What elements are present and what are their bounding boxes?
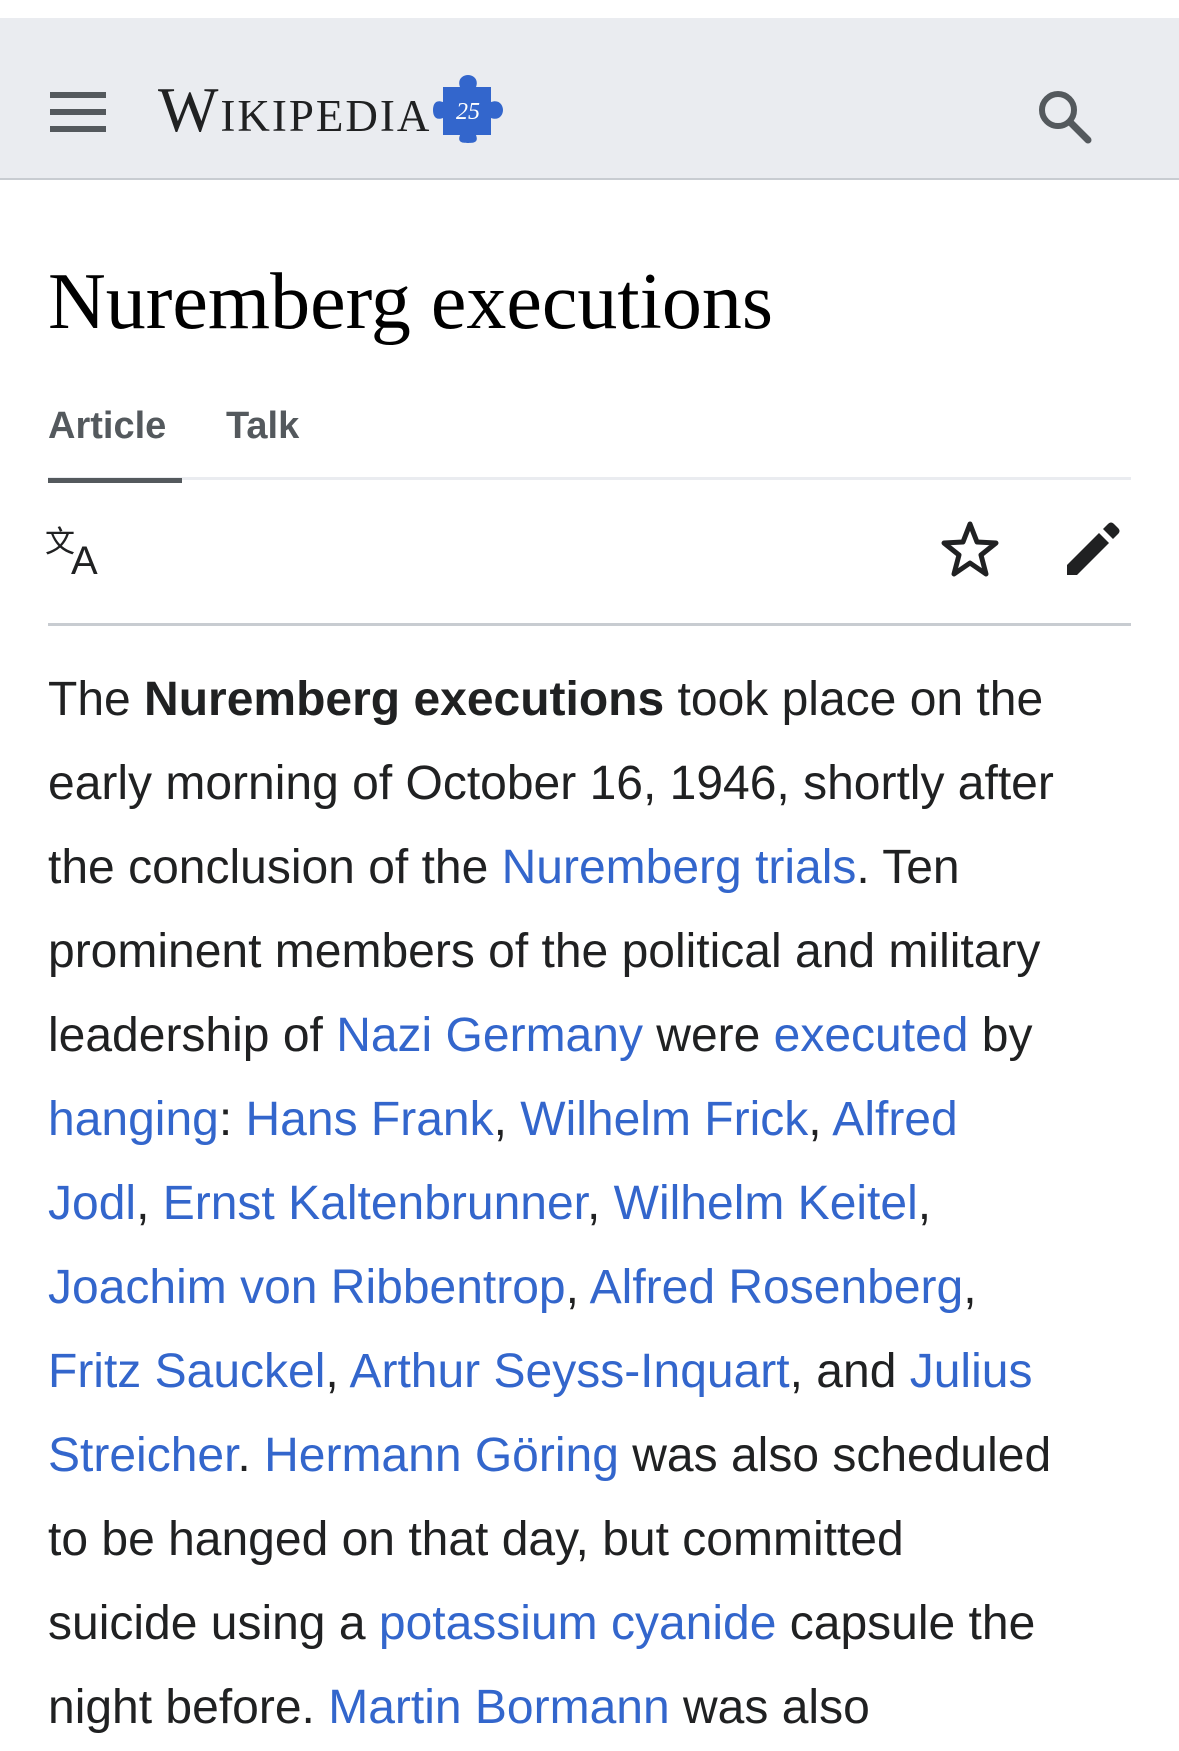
puzzle-piece-icon: 25 — [433, 75, 504, 143]
text-run: night before. — [48, 1681, 329, 1734]
language-button[interactable]: 文 A — [40, 510, 120, 590]
link-wilhelm-keitel[interactable]: Wilhelm Keitel — [614, 1177, 918, 1230]
pencil-edit-icon — [1067, 522, 1120, 575]
link-hans-frank[interactable]: Hans Frank — [246, 1093, 494, 1146]
link-nuremberg-trials[interactable]: Nuremberg trials — [502, 841, 857, 894]
tab-article-label: Article — [48, 405, 167, 447]
link-wilhelm-frick[interactable]: Wilhelm Frick — [520, 1093, 808, 1146]
text-line: Fritz Sauckel, Arthur Seyss-Inquart, and… — [48, 1330, 1131, 1414]
text-run: . — [237, 1429, 265, 1482]
text-run: The — [48, 673, 145, 726]
text-run: , — [565, 1261, 590, 1314]
wikipedia-logo[interactable]: Wikipedia 25 — [158, 60, 504, 160]
link-arthur-seyss-inquart[interactable]: Arthur Seyss-Inquart — [349, 1345, 789, 1398]
article-body: The Nuremberg executions took place on t… — [48, 658, 1131, 1750]
text-line: The Nuremberg executions took place on t… — [48, 658, 1131, 742]
text-run: by — [968, 1009, 1033, 1062]
text-run: , — [963, 1261, 977, 1314]
star-watch-icon — [941, 521, 999, 577]
link-nazi-germany[interactable]: Nazi Germany — [336, 1009, 643, 1062]
magnifier-search-icon — [1039, 91, 1092, 144]
link-alfred-rosenberg[interactable]: Alfred Rosenberg — [590, 1261, 964, 1314]
text-run: early morning of October 16, 1946, short… — [48, 757, 1054, 810]
link-executed[interactable]: executed — [774, 1009, 969, 1062]
text-line: suicide using a potassium cyanide capsul… — [48, 1582, 1131, 1666]
text-run: leadership of — [48, 1009, 337, 1062]
text-run: capsule the — [776, 1597, 1036, 1650]
search-button[interactable] — [1020, 72, 1108, 160]
text-run: , — [808, 1093, 833, 1146]
text-run: : — [218, 1093, 246, 1146]
text-run: , — [917, 1177, 932, 1230]
text-line: Streicher. Hermann Göring was also sched… — [48, 1414, 1131, 1498]
top-header: Wikipedia 25 — [0, 18, 1179, 180]
text-line: early morning of October 16, 1946, short… — [48, 742, 1131, 826]
link-julius-streicher[interactable]: Streicher — [48, 1429, 237, 1482]
link-hermann-goring[interactable]: Hermann Göring — [264, 1429, 619, 1482]
page-title: Nuremberg executions — [48, 258, 773, 346]
link-julius-streicher[interactable]: Julius — [910, 1345, 1033, 1398]
link-joachim-von-ribbentrop[interactable]: Joachim von Ribbentrop — [48, 1261, 566, 1314]
text-line: leadership of Nazi Germany were executed… — [48, 994, 1131, 1078]
tab-talk[interactable]: Talk — [226, 400, 299, 480]
text-run: was also — [669, 1681, 870, 1734]
language-translate-icon: 文 A — [45, 525, 98, 578]
link-alfred-jodl[interactable]: Jodl — [48, 1177, 136, 1230]
text-run: to be hanged on that day, but committed — [48, 1513, 904, 1566]
watch-star-button[interactable] — [930, 510, 1010, 590]
text-run: . Ten — [856, 841, 960, 894]
text-run: , — [493, 1093, 521, 1146]
text-run: took place on the — [664, 673, 1044, 726]
text-line: Joachim von Ribbentrop, Alfred Rosenberg… — [48, 1246, 1131, 1330]
text-line: night before. Martin Bormann was also — [48, 1666, 1131, 1750]
anniversary-badge: 25 — [456, 99, 480, 125]
bold-term: Nuremberg executions — [144, 673, 665, 726]
link-martin-bormann[interactable]: Martin Bormann — [328, 1681, 669, 1734]
text-run: , and — [789, 1345, 910, 1398]
page-tabs: Article Talk — [48, 400, 1131, 483]
link-ernst-kaltenbrunner[interactable]: Ernst Kaltenbrunner — [163, 1177, 587, 1230]
svg-text:A: A — [71, 539, 98, 578]
link-alfred-jodl[interactable]: Alfred — [832, 1093, 957, 1146]
text-run: was also scheduled — [618, 1429, 1052, 1482]
text-line: prominent members of the political and m… — [48, 910, 1131, 994]
text-run: prominent members of the political and m… — [48, 925, 1041, 978]
text-run: , — [325, 1345, 350, 1398]
tab-talk-label: Talk — [226, 405, 300, 447]
text-line: the conclusion of the Nuremberg trials. … — [48, 826, 1131, 910]
status-strip — [0, 0, 1179, 18]
link-hanging[interactable]: hanging — [48, 1093, 219, 1146]
text-line: Jodl, Ernst Kaltenbrunner, Wilhelm Keite… — [48, 1162, 1131, 1246]
text-line: hanging: Hans Frank, Wilhelm Frick, Alfr… — [48, 1078, 1131, 1162]
text-line: to be hanged on that day, but committed — [48, 1498, 1131, 1582]
link-fritz-sauckel[interactable]: Fritz Sauckel — [48, 1345, 325, 1398]
link-potassium-cyanide[interactable]: potassium cyanide — [379, 1597, 777, 1650]
text-run: , — [587, 1177, 614, 1230]
hamburger-menu-icon — [50, 92, 106, 132]
wordmark-text: Wikipedia — [158, 74, 432, 145]
tab-article[interactable]: Article — [48, 400, 182, 483]
text-run: , — [136, 1177, 163, 1230]
text-run: the conclusion of the — [48, 841, 502, 894]
text-run: were — [642, 1009, 774, 1062]
page-actions-bar: 文 A — [45, 480, 1132, 626]
main-menu-button[interactable] — [38, 72, 118, 152]
edit-page-button[interactable] — [1052, 510, 1132, 590]
text-run: suicide using a — [48, 1597, 379, 1650]
